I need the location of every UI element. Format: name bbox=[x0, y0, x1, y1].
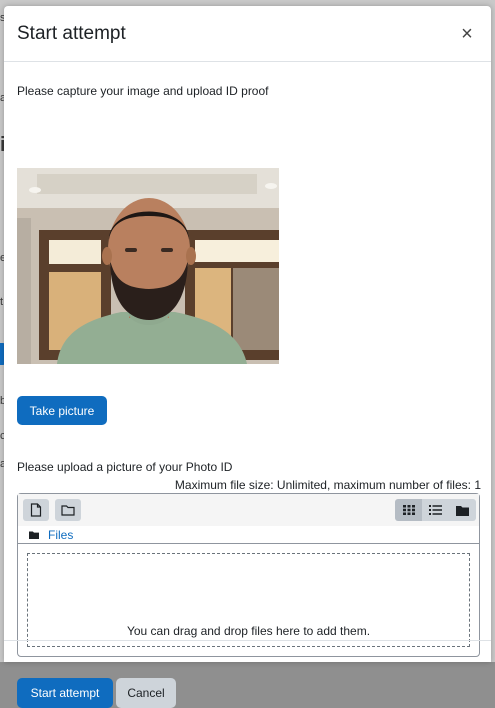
modal-header: Start attempt × bbox=[4, 6, 491, 62]
create-folder-glyph bbox=[61, 505, 75, 516]
icons-view-glyph bbox=[402, 505, 415, 515]
upload-instruction: Please upload a picture of your Photo ID bbox=[17, 460, 233, 474]
background-text: t bbox=[0, 296, 4, 308]
folder-icon bbox=[29, 531, 39, 539]
create-folder-icon[interactable] bbox=[55, 499, 81, 521]
file-manager-toolbar bbox=[18, 494, 479, 526]
icons-view-icon[interactable] bbox=[395, 499, 422, 521]
webcam-preview bbox=[17, 168, 279, 364]
camera-instruction: Please capture your image and upload ID … bbox=[17, 84, 269, 98]
start-attempt-dialog: Start attempt × Please capture your imag… bbox=[4, 6, 491, 708]
file-limits: Maximum file size: Unlimited, maximum nu… bbox=[174, 478, 481, 492]
modal-footer-divider bbox=[4, 640, 491, 641]
start-attempt-button[interactable]: Start attempt bbox=[17, 678, 113, 708]
close-icon[interactable]: × bbox=[457, 24, 477, 44]
file-drop-zone[interactable]: You can drag and drop files here to add … bbox=[27, 553, 470, 647]
file-path-breadcrumb: Files bbox=[18, 526, 479, 544]
list-view-icon[interactable] bbox=[422, 499, 449, 521]
drop-zone-text: You can drag and drop files here to add … bbox=[126, 624, 371, 638]
file-manager: Files You can drag and drop files here t… bbox=[17, 493, 480, 657]
tree-view-glyph bbox=[456, 505, 469, 516]
add-file-glyph bbox=[30, 503, 42, 517]
modal-title: Start attempt bbox=[17, 22, 126, 44]
tree-view-icon[interactable] bbox=[449, 499, 476, 521]
add-file-icon[interactable] bbox=[23, 499, 49, 521]
list-view-glyph bbox=[429, 505, 442, 515]
files-root-link[interactable]: Files bbox=[48, 528, 73, 542]
take-picture-button[interactable]: Take picture bbox=[17, 396, 107, 425]
cancel-button[interactable]: Cancel bbox=[116, 678, 176, 708]
webcam-image bbox=[17, 168, 279, 364]
